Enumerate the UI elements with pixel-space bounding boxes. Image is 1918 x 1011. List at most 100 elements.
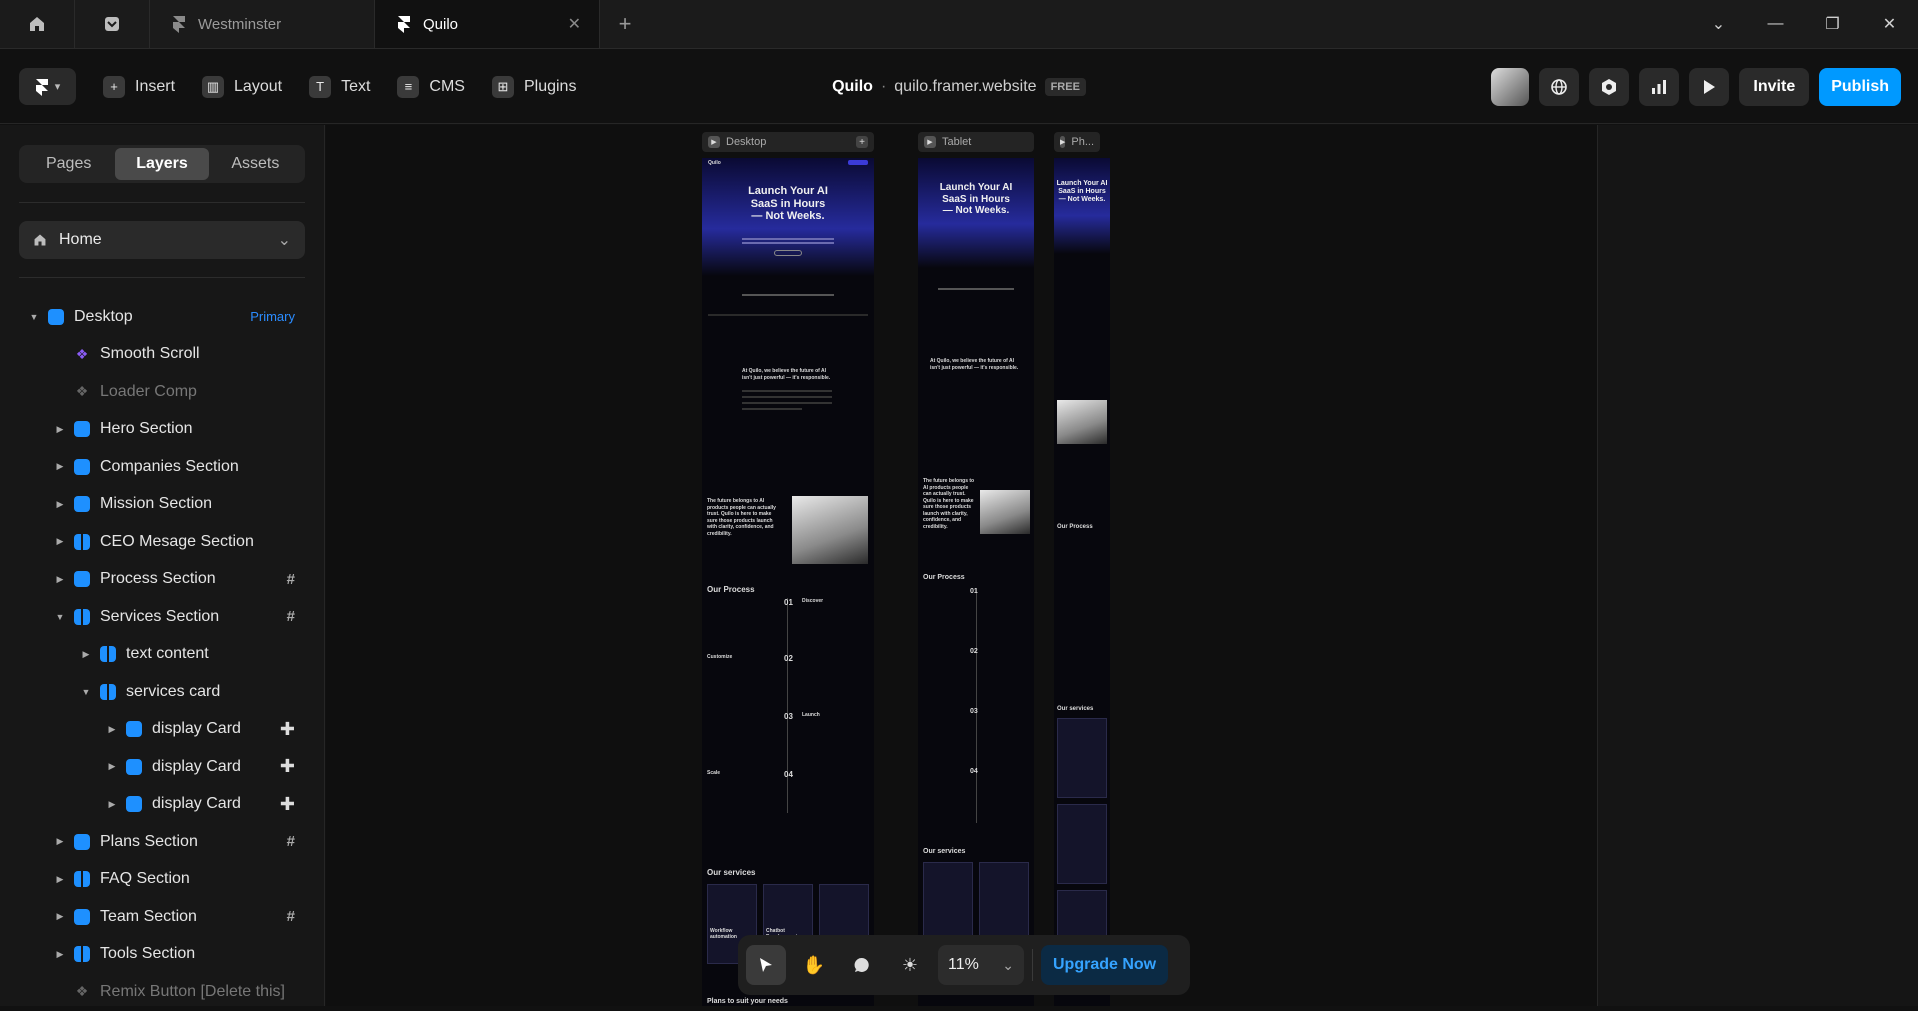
tab-pages[interactable]: Pages xyxy=(22,148,115,180)
globe-button[interactable] xyxy=(1539,67,1580,106)
layer-label: Team Section xyxy=(100,907,197,925)
caret-right-icon[interactable]: ▶ xyxy=(54,574,66,585)
layer-row[interactable]: ▶ FAQ Section xyxy=(0,861,325,899)
zoom-select[interactable]: 11% ⌄ xyxy=(938,945,1024,985)
theme-toggle-button[interactable]: ☀ xyxy=(890,945,930,985)
frame-label-phone[interactable]: ▶ Ph... xyxy=(1054,132,1100,152)
caret-down-icon[interactable]: ▼ xyxy=(80,687,92,697)
play-icon xyxy=(1704,79,1716,94)
caret-down-icon[interactable]: ▼ xyxy=(54,612,66,622)
upgrade-now-button[interactable]: Upgrade Now xyxy=(1041,945,1169,985)
layer-row[interactable]: ▶ CEO Mesage Section xyxy=(0,523,325,561)
add-icon[interactable]: ✚ xyxy=(280,756,295,777)
layer-row[interactable]: ▶ display Card ✚ xyxy=(0,711,325,749)
layer-row[interactable]: ▶ Hero Section xyxy=(0,411,325,449)
caret-right-icon[interactable]: ▶ xyxy=(54,424,66,435)
phone-frame-preview[interactable]: Launch Your AI SaaS in Hours — Not Weeks… xyxy=(1054,158,1110,1006)
restore-icon[interactable]: ❐ xyxy=(1804,14,1861,34)
grid-marker-icon[interactable]: # xyxy=(287,571,295,588)
caret-right-icon[interactable]: ▶ xyxy=(80,649,92,660)
grid-marker-icon[interactable]: # xyxy=(287,608,295,625)
divider xyxy=(19,277,305,278)
minimize-icon[interactable]: — xyxy=(1747,15,1804,33)
caret-right-icon[interactable]: ▶ xyxy=(54,499,66,510)
frame-label-desktop[interactable]: ▶ Desktop + xyxy=(702,132,874,152)
caret-right-icon[interactable]: ▶ xyxy=(54,836,66,847)
frame-layer-icon xyxy=(126,721,142,738)
caret-down-icon[interactable]: ▼ xyxy=(28,312,40,322)
grid-marker-icon[interactable]: # xyxy=(287,833,295,850)
caret-right-icon[interactable]: ▶ xyxy=(106,799,118,810)
tab-assets[interactable]: Assets xyxy=(209,148,302,180)
preview-services-title: Our services xyxy=(923,848,966,855)
inbox-tab[interactable] xyxy=(75,0,150,48)
layer-row[interactable]: ❖ Smooth Scroll xyxy=(0,336,325,374)
invite-button[interactable]: Invite xyxy=(1739,67,1810,106)
preview-service-card xyxy=(1057,718,1107,798)
caret-right-icon[interactable]: ▶ xyxy=(54,536,66,547)
layer-row[interactable]: ▶ Mission Section xyxy=(0,486,325,524)
page-select[interactable]: Home ⌄ xyxy=(19,221,305,259)
tab-label: Quilo xyxy=(423,15,459,33)
select-tool-button[interactable] xyxy=(746,945,786,985)
layer-row[interactable]: ▶ Companies Section xyxy=(0,448,325,486)
comment-tool-button[interactable] xyxy=(842,945,882,985)
plus-icon[interactable]: + xyxy=(856,136,868,148)
layer-row[interactable]: ▶ text content xyxy=(0,636,325,674)
layer-row[interactable]: ❖ Loader Comp xyxy=(0,373,325,411)
layer-row[interactable]: ▶ display Card ✚ xyxy=(0,786,325,824)
layer-row[interactable]: ▶ Team Section # xyxy=(0,898,325,936)
tablet-frame-preview[interactable]: Launch Your AI SaaS in Hours — Not Weeks… xyxy=(918,158,1034,1006)
cms-button[interactable]: ≡ CMS xyxy=(397,75,465,98)
plugins-button[interactable]: ⊞ Plugins xyxy=(491,75,577,98)
window-close-icon[interactable]: ✕ xyxy=(1861,14,1918,34)
layer-row[interactable]: ▶ Process Section # xyxy=(0,561,325,599)
layer-label: text content xyxy=(126,645,209,663)
chevron-down-icon[interactable]: ⌄ xyxy=(1690,14,1747,34)
framer-menu-button[interactable]: ▾ xyxy=(19,68,76,105)
layer-row[interactable]: ❖ Remix Button [Delete this] xyxy=(0,973,325,1011)
layer-row[interactable]: ▶ Tools Section xyxy=(0,936,325,974)
preview-text-line xyxy=(742,408,802,410)
layer-row[interactable]: ▼ Services Section # xyxy=(0,598,325,636)
framer-logo-icon xyxy=(35,78,48,96)
close-tab-icon[interactable]: ✕ xyxy=(568,14,581,34)
layout-button[interactable]: ▥ Layout xyxy=(202,75,282,98)
desktop-frame-preview[interactable]: Quilo Launch Your AI SaaS in Hours — Not… xyxy=(702,158,874,1006)
avatar[interactable] xyxy=(1491,67,1530,106)
caret-right-icon[interactable]: ▶ xyxy=(54,949,66,960)
layer-row[interactable]: ▼ services card xyxy=(0,673,325,711)
preview-button[interactable] xyxy=(1689,67,1730,106)
tab-quilo[interactable]: Quilo ✕ xyxy=(375,0,600,48)
layer-label: Process Section xyxy=(100,570,216,588)
new-tab-button[interactable]: + xyxy=(600,0,650,48)
preview-service-card xyxy=(1057,804,1107,884)
plugins-label: Plugins xyxy=(523,77,577,95)
layer-row[interactable]: ▼ Desktop Primary xyxy=(0,298,325,336)
step-name: Launch xyxy=(802,712,820,718)
analytics-button[interactable] xyxy=(1639,67,1680,106)
caret-right-icon[interactable]: ▶ xyxy=(54,461,66,472)
preview-hero-title: Launch Your AI SaaS in Hours — Not Weeks… xyxy=(1056,180,1108,204)
settings-button[interactable] xyxy=(1589,67,1630,106)
tab-westminster[interactable]: Westminster xyxy=(150,0,375,48)
canvas[interactable]: ▶ Desktop + Quilo Launch Your AI SaaS in… xyxy=(326,125,1597,1006)
caret-right-icon[interactable]: ▶ xyxy=(106,724,118,735)
layer-row[interactable]: ▶ display Card ✚ xyxy=(0,748,325,786)
add-icon[interactable]: ✚ xyxy=(280,719,295,740)
caret-right-icon[interactable]: ▶ xyxy=(106,761,118,772)
add-icon[interactable]: ✚ xyxy=(280,794,295,815)
layer-row[interactable]: ▶ Plans Section # xyxy=(0,823,325,861)
home-tab[interactable] xyxy=(0,0,75,48)
site-url[interactable]: quilo.framer.website xyxy=(894,78,1036,96)
caret-right-icon[interactable]: ▶ xyxy=(54,911,66,922)
hand-tool-button[interactable]: ✋ xyxy=(794,945,834,985)
text-button[interactable]: T Text xyxy=(309,75,370,98)
process-timeline xyxy=(976,588,977,823)
publish-button[interactable]: Publish xyxy=(1819,67,1901,106)
grid-marker-icon[interactable]: # xyxy=(287,908,295,925)
insert-button[interactable]: + Insert xyxy=(103,75,175,98)
tab-layers[interactable]: Layers xyxy=(115,148,209,180)
frame-label-tablet[interactable]: ▶ Tablet xyxy=(918,132,1034,152)
caret-right-icon[interactable]: ▶ xyxy=(54,874,66,885)
